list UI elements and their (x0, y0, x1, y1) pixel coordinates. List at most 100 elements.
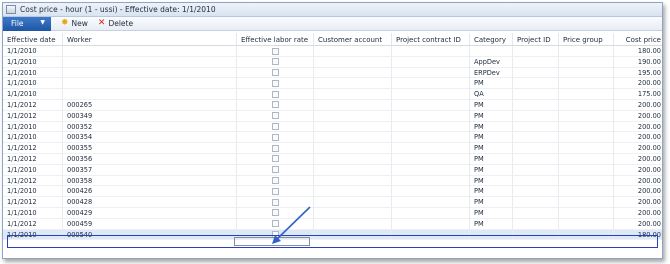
cell-worker[interactable] (63, 46, 237, 57)
table-row[interactable]: 1/1/2010 PM 200.00 (3, 78, 662, 90)
col-header-customer-account[interactable]: Customer account (314, 33, 392, 45)
cell-cost-price[interactable]: 190.00 (614, 57, 662, 68)
cell-project-contract-id[interactable] (392, 110, 470, 122)
cell-worker[interactable]: 000356 (63, 153, 237, 165)
file-menu-button[interactable]: File ▼ (3, 16, 51, 31)
effective-labor-rate-checkbox[interactable] (272, 101, 279, 109)
cell-category[interactable]: PM (470, 110, 513, 122)
selected-table-row[interactable]: 1/1/2010 000540 180.00 (3, 229, 662, 241)
effective-labor-rate-checkbox[interactable] (272, 220, 279, 228)
cell-project-contract-id[interactable] (392, 67, 470, 79)
col-header-price-group[interactable]: Price group (559, 33, 614, 45)
effective-labor-rate-checkbox[interactable] (272, 209, 279, 217)
table-row[interactable]: 1/1/2010 000352 PM 200.00 (3, 121, 662, 133)
cell-worker[interactable] (63, 56, 237, 68)
cell-effective-labor-rate[interactable] (237, 229, 314, 241)
cell-project-contract-id[interactable] (392, 46, 470, 57)
cell-cost-price[interactable]: 200.00 (614, 154, 662, 165)
cell-date[interactable]: 1/1/2010 (3, 229, 63, 241)
effective-labor-rate-checkbox[interactable] (272, 187, 279, 195)
effective-labor-rate-checkbox[interactable] (272, 166, 279, 174)
cell-project-contract-id[interactable] (392, 132, 470, 144)
cell-effective-labor-rate[interactable] (237, 153, 314, 165)
table-row[interactable]: 1/1/2012 000356 PM 200.00 (3, 153, 662, 165)
cell-customer-account[interactable] (314, 153, 392, 165)
cell-customer-account[interactable] (314, 46, 392, 57)
cell-cost-price[interactable]: 200.00 (614, 219, 662, 230)
cell-cost-price[interactable]: 200.00 (614, 78, 662, 90)
cell-effective-labor-rate[interactable] (237, 143, 314, 154)
cell-date[interactable]: 1/1/2012 (3, 197, 63, 208)
cell-customer-account[interactable] (314, 218, 392, 230)
cell-price-group[interactable] (559, 99, 614, 111)
cell-category[interactable]: PM (470, 153, 513, 165)
cell-project-id[interactable] (513, 143, 559, 154)
cell-category[interactable] (470, 46, 513, 57)
cell-project-id[interactable] (513, 99, 559, 111)
table-row[interactable]: 1/1/2012 000355 PM 200.00 (3, 143, 662, 154)
cell-worker[interactable]: 000352 (63, 121, 237, 133)
cell-date[interactable]: 1/1/2010 (3, 186, 63, 198)
cell-project-id[interactable] (513, 175, 559, 187)
cell-project-contract-id[interactable] (392, 56, 470, 68)
cell-price-group[interactable] (559, 89, 614, 100)
effective-labor-rate-checkbox[interactable] (272, 144, 279, 152)
cell-price-group[interactable] (559, 110, 614, 122)
cell-project-id[interactable] (513, 186, 559, 198)
table-row[interactable]: 1/1/2010 180.00 (3, 46, 662, 57)
cell-effective-labor-rate[interactable] (237, 218, 314, 230)
cell-price-group[interactable] (559, 164, 614, 176)
cell-effective-labor-rate[interactable] (237, 89, 314, 100)
cell-date[interactable]: 1/1/2012 (3, 153, 63, 165)
cell-customer-account[interactable] (314, 186, 392, 198)
cell-category[interactable]: PM (470, 197, 513, 208)
new-button[interactable]: ✸ New (61, 19, 88, 29)
cell-customer-account[interactable] (314, 110, 392, 122)
table-row[interactable]: 1/1/2012 000265 PM 200.00 (3, 99, 662, 111)
cell-cost-price[interactable]: 180.00 (614, 46, 662, 57)
cell-cost-price[interactable]: 200.00 (614, 165, 662, 176)
cell-category[interactable]: PM (470, 121, 513, 133)
cell-project-id[interactable] (513, 89, 559, 100)
cell-project-id[interactable] (513, 67, 559, 79)
cell-price-group[interactable] (559, 153, 614, 165)
cell-price-group[interactable] (559, 207, 614, 219)
col-header-category[interactable]: Category (470, 33, 513, 45)
cell-effective-labor-rate[interactable] (237, 197, 314, 208)
cell-category[interactable]: QA (470, 89, 513, 100)
cell-price-group[interactable] (559, 186, 614, 198)
effective-labor-rate-checkbox[interactable] (272, 177, 279, 185)
cell-cost-price[interactable]: 200.00 (614, 111, 662, 122)
cell-worker[interactable]: 000540 (63, 229, 237, 241)
cell-project-id[interactable] (513, 153, 559, 165)
cell-category[interactable]: PM (470, 207, 513, 219)
cell-date[interactable]: 1/1/2012 (3, 218, 63, 230)
cell-cost-price[interactable]: 200.00 (614, 186, 662, 198)
cell-customer-account[interactable] (314, 197, 392, 208)
table-row[interactable]: 1/1/2010 000429 PM 200.00 (3, 207, 662, 219)
table-row[interactable]: 1/1/2010 QA 175.00 (3, 89, 662, 100)
cell-category[interactable]: ERPDev (470, 67, 513, 79)
effective-labor-rate-checkbox[interactable] (272, 47, 279, 55)
table-row[interactable]: 1/1/2010 000426 PM 200.00 (3, 186, 662, 198)
effective-labor-rate-checkbox[interactable] (272, 155, 279, 163)
cell-worker[interactable]: 000426 (63, 186, 237, 198)
cell-price-group[interactable] (559, 197, 614, 208)
table-row[interactable]: 1/1/2012 000459 PM 200.00 (3, 218, 662, 230)
cell-project-id[interactable] (513, 197, 559, 208)
cell-customer-account[interactable] (314, 207, 392, 219)
effective-labor-rate-checkbox[interactable] (272, 90, 279, 98)
cell-worker[interactable]: 000429 (63, 207, 237, 219)
cell-project-id[interactable] (513, 56, 559, 68)
cell-price-group[interactable] (559, 143, 614, 154)
cell-cost-price[interactable]: 175.00 (614, 89, 662, 100)
cell-effective-labor-rate[interactable] (237, 186, 314, 198)
cell-effective-labor-rate[interactable] (237, 46, 314, 57)
effective-labor-rate-checkbox[interactable] (272, 123, 279, 131)
table-row[interactable]: 1/1/2012 000349 PM 200.00 (3, 110, 662, 122)
cell-price-group[interactable] (559, 121, 614, 133)
cell-customer-account[interactable] (314, 67, 392, 79)
cell-price-group[interactable] (559, 56, 614, 68)
table-row[interactable]: 1/1/2010 000354 PM 200.00 (3, 132, 662, 144)
cell-project-contract-id[interactable] (392, 143, 470, 154)
